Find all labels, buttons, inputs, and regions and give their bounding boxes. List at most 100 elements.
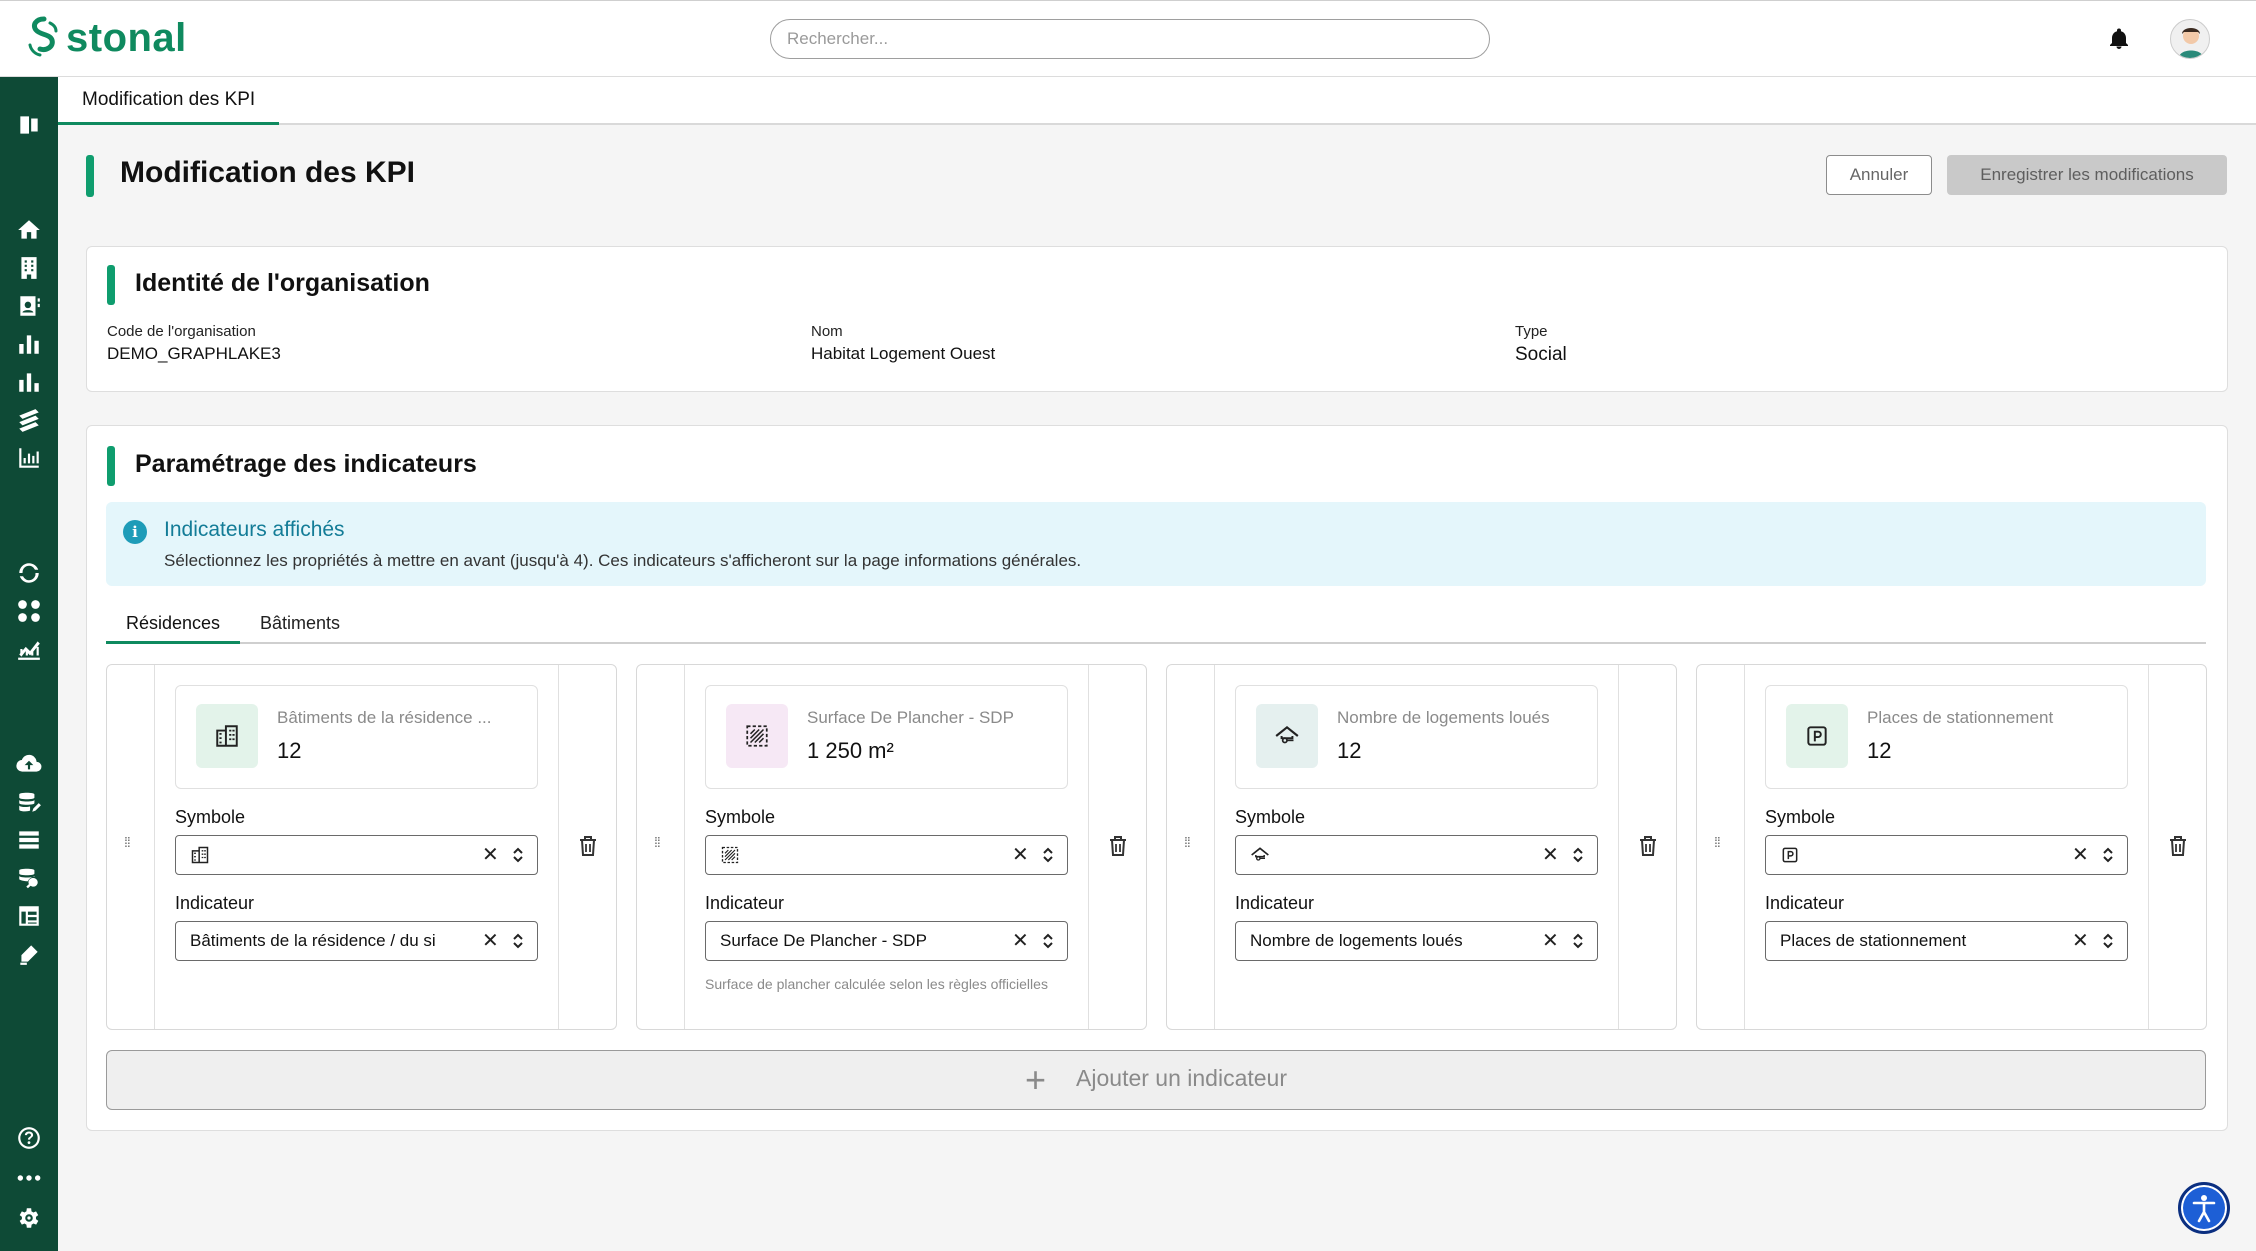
indicator-value: Nombre de logements loués: [1250, 931, 1463, 950]
accessibility-button[interactable]: [2178, 1182, 2230, 1234]
drag-handle[interactable]: ⁞⁞: [1697, 665, 1745, 1029]
kpi-preview-value: 1 250 m²: [807, 738, 894, 763]
house-key-icon: [1256, 704, 1318, 768]
trend-chart-icon[interactable]: [14, 634, 44, 664]
symbol-label: Symbole: [1765, 807, 1836, 827]
collapse-sidebar-icon[interactable]: [14, 110, 44, 140]
symbol-select[interactable]: ✕: [1765, 835, 2128, 875]
building-icon[interactable]: [14, 253, 44, 283]
indicator-select[interactable]: Surface De Plancher - SDP ✕: [705, 921, 1068, 961]
indicator-value: Surface De Plancher - SDP: [720, 931, 927, 950]
clear-icon[interactable]: ✕: [2072, 844, 2089, 866]
clear-icon[interactable]: ✕: [2072, 930, 2089, 952]
settings-gear-icon[interactable]: [14, 1203, 44, 1233]
chevron-up-down-icon[interactable]: [511, 845, 525, 865]
add-indicator-label: Ajouter un indicateur: [1076, 1065, 1287, 1092]
trash-icon[interactable]: [2168, 835, 2188, 857]
kpi-preview-value: 12: [277, 738, 302, 763]
drag-handle[interactable]: ⁞⁞: [107, 665, 155, 1029]
chevron-up-down-icon[interactable]: [1571, 845, 1585, 865]
notification-bell-icon[interactable]: [2107, 27, 2131, 51]
delete-zone: [558, 665, 616, 1029]
chevron-up-down-icon[interactable]: [1571, 931, 1585, 951]
brand-name: stonal: [66, 15, 187, 60]
kpi-item: ⁞⁞ Surface De Plancher - SDP 1 250 m² Sy…: [636, 664, 1147, 1030]
symbol-label: Symbole: [175, 807, 246, 827]
symbol-select[interactable]: ✕: [1235, 835, 1598, 875]
indicator-label: Indicateur: [175, 893, 255, 913]
contacts-icon[interactable]: [14, 291, 44, 321]
pen-icon[interactable]: [14, 939, 44, 969]
save-changes-button[interactable]: Enregistrer les modifications: [1947, 155, 2227, 195]
org-code-value: DEMO_GRAPHLAKE3: [107, 344, 281, 363]
help-icon[interactable]: [14, 1123, 44, 1153]
symbol-label: Symbole: [705, 807, 776, 827]
page-tab-bar: Modification des KPI: [58, 77, 2256, 125]
chevron-up-down-icon[interactable]: [1041, 845, 1055, 865]
parking-icon: [1786, 704, 1848, 768]
tab-modification-kpi[interactable]: Modification des KPI: [58, 77, 280, 125]
more-options-icon[interactable]: [14, 1163, 44, 1193]
identity-card: Identité de l'organisation Code de l'org…: [86, 246, 2228, 392]
symbol-select[interactable]: ✕: [705, 835, 1068, 875]
user-avatar[interactable]: [2170, 19, 2210, 59]
tab-residences[interactable]: Résidences: [106, 608, 241, 644]
symbol-select[interactable]: ✕: [175, 835, 538, 875]
trash-icon[interactable]: [1108, 835, 1128, 857]
trash-icon[interactable]: [578, 835, 598, 857]
database-search-icon[interactable]: [14, 863, 44, 893]
clear-icon[interactable]: ✕: [1542, 930, 1559, 952]
org-type-value: Social: [1515, 344, 1567, 365]
info-title: Indicateurs affichés: [164, 518, 345, 541]
clear-icon[interactable]: ✕: [1012, 930, 1029, 952]
add-indicator-button[interactable]: + Ajouter un indicateur: [106, 1050, 2206, 1110]
clear-icon[interactable]: ✕: [482, 930, 499, 952]
indicator-value: Bâtiments de la résidence / du si: [190, 931, 436, 950]
kpi-preview-label: Nombre de logements loués: [1337, 708, 1550, 727]
apps-icon[interactable]: [14, 596, 44, 626]
params-tabs: Résidences Bâtiments: [106, 608, 2206, 644]
bar-chart-icon[interactable]: [14, 329, 44, 359]
symbol-label: Symbole: [1235, 807, 1306, 827]
tab-batiments[interactable]: Bâtiments: [240, 608, 360, 644]
chevron-up-down-icon[interactable]: [2101, 845, 2115, 865]
stonal-logo[interactable]: stonal: [26, 15, 187, 61]
table-icon[interactable]: [14, 901, 44, 931]
kpi-preview: Bâtiments de la résidence ... 12: [175, 685, 538, 789]
indicator-helper-text: Surface de plancher calculée selon les r…: [705, 976, 1048, 992]
cancel-button[interactable]: Annuler: [1826, 155, 1932, 195]
clear-icon[interactable]: ✕: [1542, 844, 1559, 866]
info-text: Sélectionnez les propriétés à mettre en …: [164, 551, 1082, 570]
chevron-up-down-icon[interactable]: [1041, 931, 1055, 951]
indicator-select[interactable]: Bâtiments de la résidence / du si ✕: [175, 921, 538, 961]
database-edit-icon[interactable]: [14, 787, 44, 817]
identity-accent-bar: [107, 265, 115, 305]
kpi-item: ⁞⁞ Bâtiments de la résidence ... 12 Symb…: [106, 664, 617, 1030]
kpi-preview: Places de stationnement 12: [1765, 685, 2128, 789]
house-key-icon: [1251, 847, 1269, 861]
clear-icon[interactable]: ✕: [482, 844, 499, 866]
plus-icon: +: [1025, 1059, 1047, 1100]
stonal-logo-icon: [28, 16, 58, 57]
home-icon[interactable]: [14, 215, 44, 245]
drag-handle-icon: ⁞⁞: [654, 834, 661, 850]
analytics-icon[interactable]: [14, 443, 44, 473]
list-icon[interactable]: [14, 825, 44, 855]
org-name-label: Nom: [811, 323, 843, 340]
indicator-select[interactable]: Nombre de logements loués ✕: [1235, 921, 1598, 961]
chevron-up-down-icon[interactable]: [511, 931, 525, 951]
trash-icon[interactable]: [1638, 835, 1658, 857]
layers-icon[interactable]: [14, 405, 44, 435]
bar-chart-alt-icon[interactable]: [14, 367, 44, 397]
sync-icon[interactable]: [14, 558, 44, 588]
clear-icon[interactable]: ✕: [1012, 844, 1029, 866]
drag-handle[interactable]: ⁞⁞: [1167, 665, 1215, 1029]
chevron-up-down-icon[interactable]: [2101, 931, 2115, 951]
sidebar: [0, 77, 58, 1251]
kpi-preview: Nombre de logements loués 12: [1235, 685, 1598, 789]
kpi-preview-value: 12: [1867, 738, 1892, 763]
search-input[interactable]: [770, 19, 1490, 59]
indicator-select[interactable]: Places de stationnement ✕: [1765, 921, 2128, 961]
drag-handle[interactable]: ⁞⁞: [637, 665, 685, 1029]
cloud-upload-icon[interactable]: [14, 749, 44, 779]
